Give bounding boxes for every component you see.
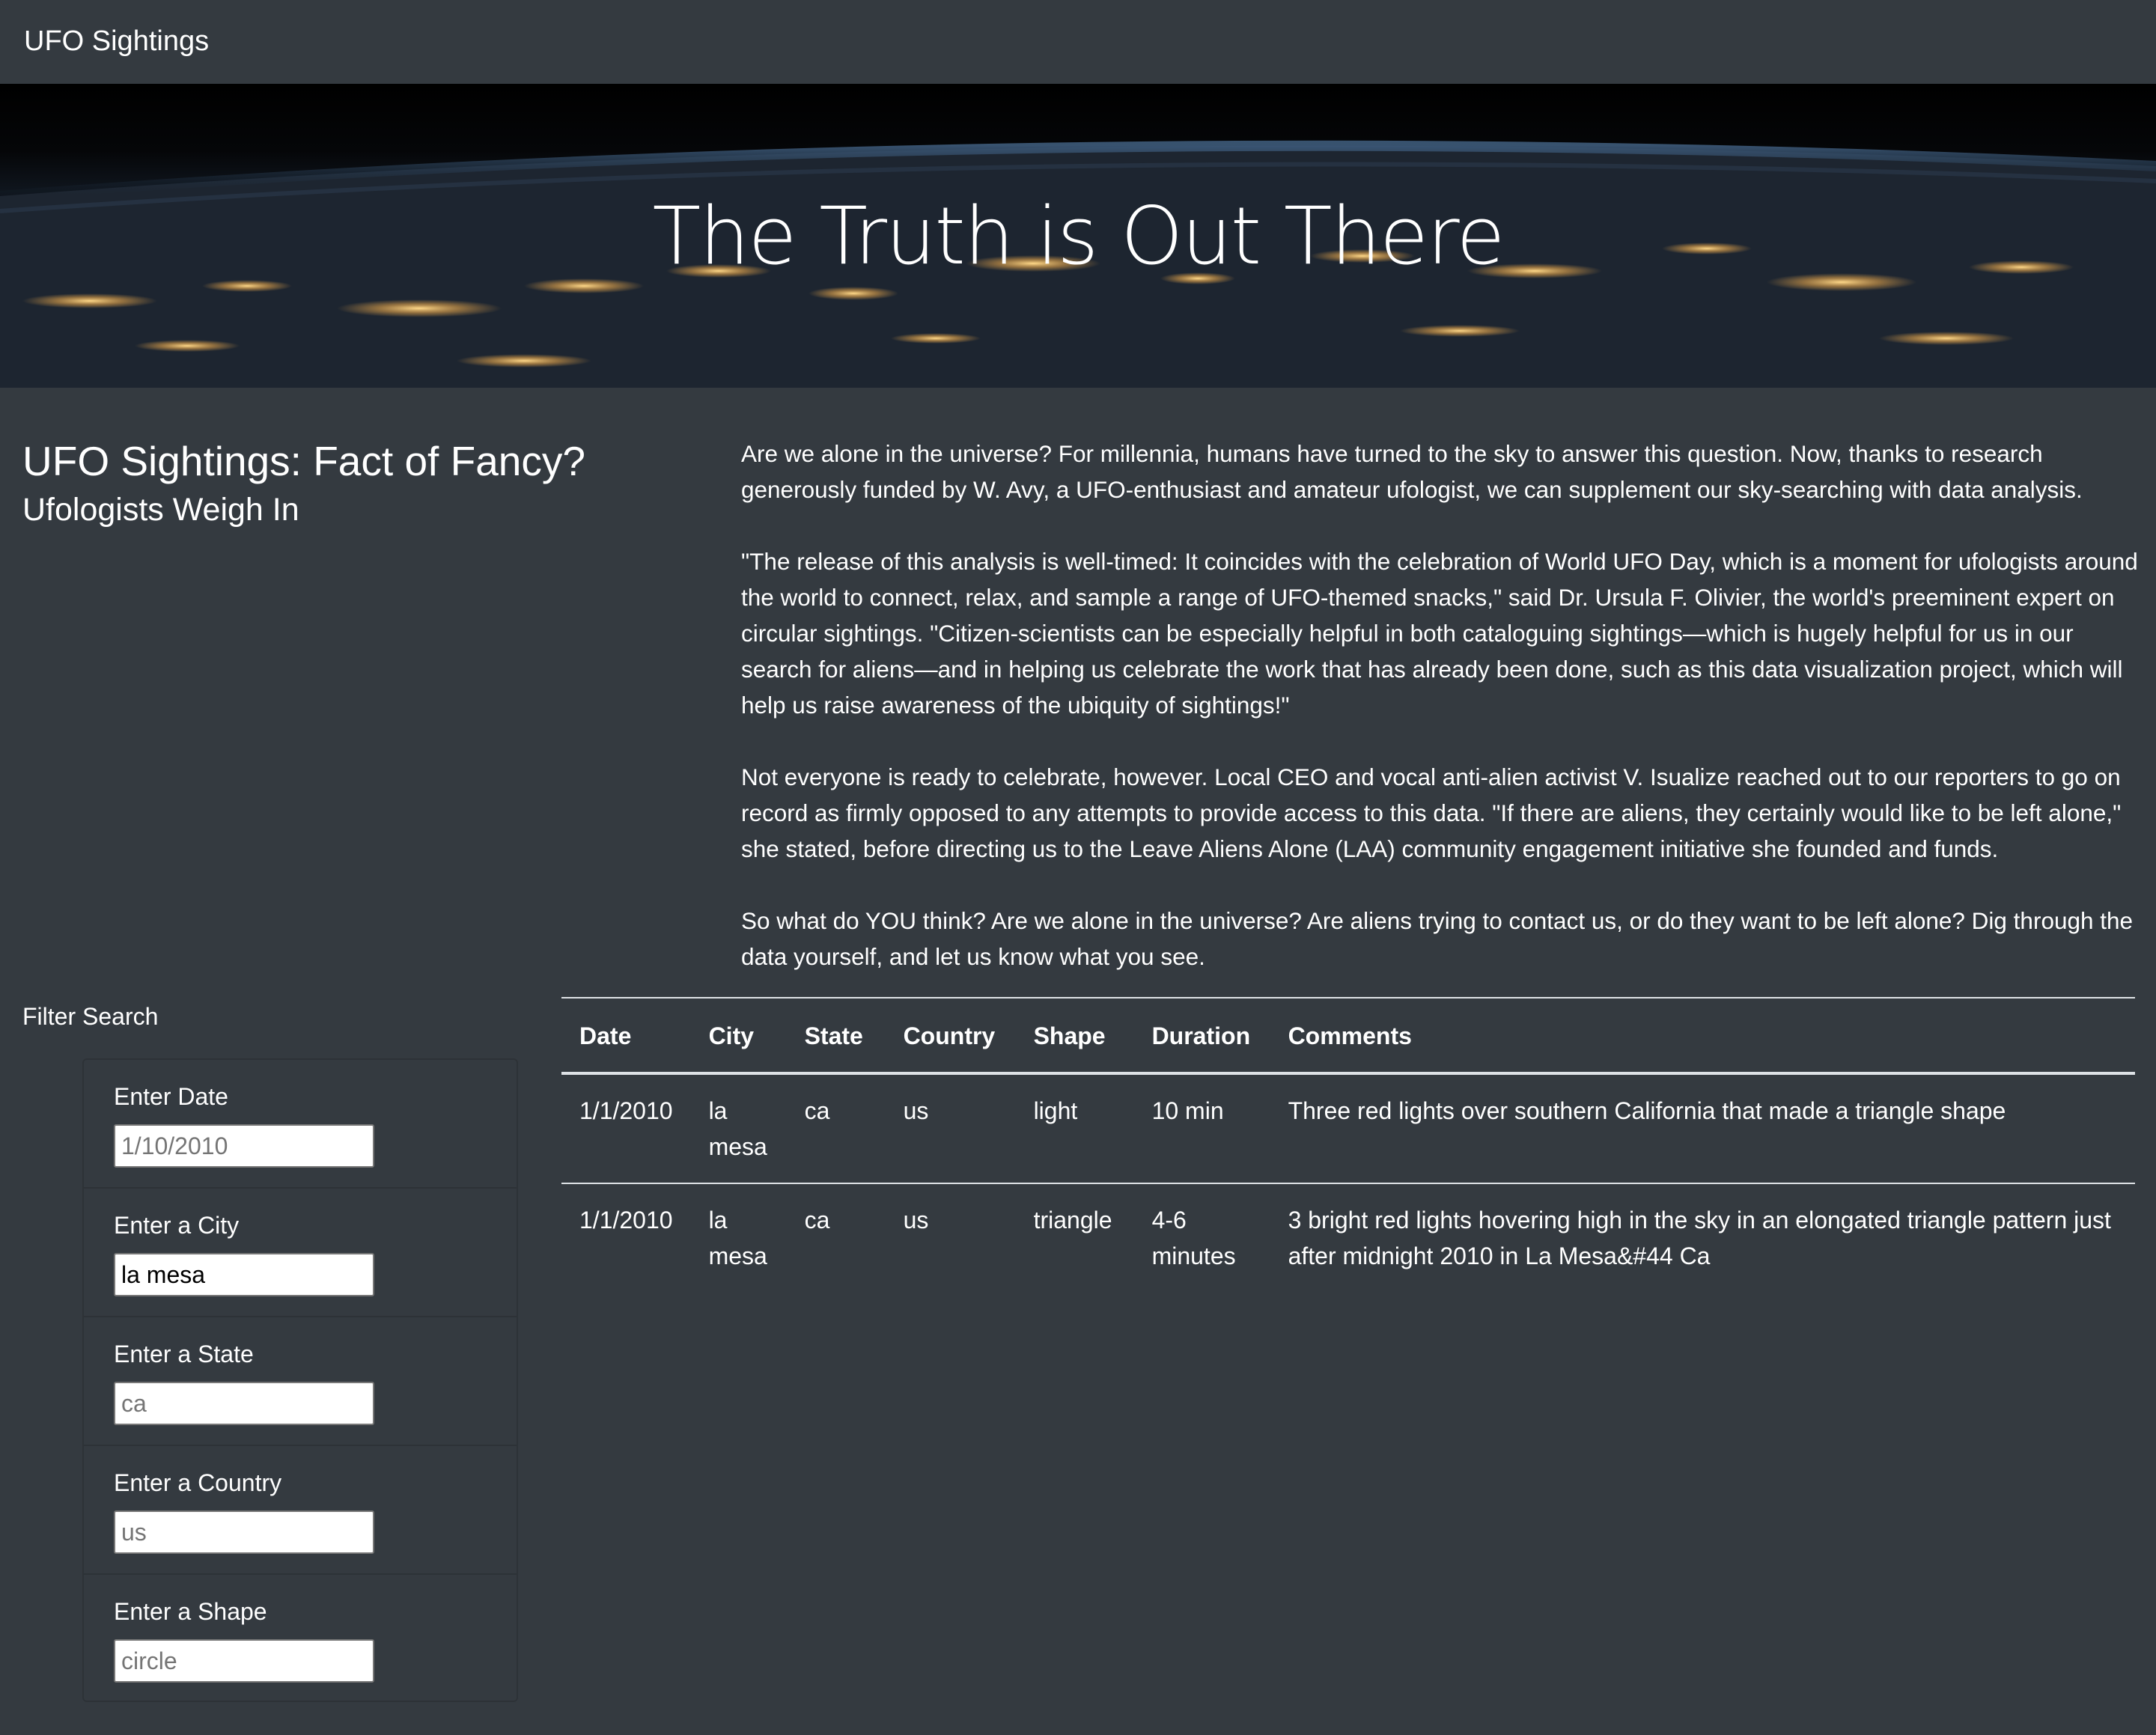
table-row: 1/1/2010 la mesa ca us triangle 4-6 minu… <box>561 1183 2135 1292</box>
country-filter-label: Enter a Country <box>114 1469 282 1496</box>
filter-search-title: Filter Search <box>22 1003 159 1030</box>
table-body: 1/1/2010 la mesa ca us light 10 min Thre… <box>561 1073 2135 1292</box>
page-heading: UFO Sightings: Fact of Fancy? <box>22 438 585 484</box>
column-header-state: State <box>786 997 886 1075</box>
article-paragraph: "The release of this analysis is well-ti… <box>741 548 2138 719</box>
article-body: Are we alone in the universe? For millen… <box>741 436 2140 1010</box>
column-header-country: Country <box>885 997 1016 1075</box>
column-header-comments: Comments <box>1270 997 2135 1075</box>
navbar-brand-link[interactable]: UFO Sightings <box>24 21 209 61</box>
cell-comments: Three red lights over southern Californi… <box>1288 1097 2006 1124</box>
filter-item-city: Enter a City <box>84 1189 517 1317</box>
filter-list: Enter Date Enter a City Enter a State En… <box>82 1058 518 1702</box>
filter-item-date: Enter Date <box>84 1060 517 1189</box>
navbar: UFO Sightings <box>0 0 2156 84</box>
table-header: Date City State Country Shape Duration C… <box>561 997 2135 1075</box>
column-header-shape: Shape <box>1015 997 1134 1075</box>
cell-duration: 10 min <box>1151 1097 1224 1124</box>
city-filter-input[interactable] <box>114 1253 374 1296</box>
cell-comments: 3 bright red lights hovering high in the… <box>1270 1183 2135 1292</box>
filter-item-shape: Enter a Shape <box>84 1575 517 1701</box>
cell-state: ca <box>786 1183 886 1292</box>
shape-filter-input[interactable] <box>114 1639 374 1683</box>
page-subheading: Ufologists Weigh In <box>22 492 299 528</box>
state-filter-label: Enter a State <box>114 1341 254 1367</box>
hero-title: The Truth is Out There <box>652 189 1505 282</box>
intro-heading-block: UFO Sightings: Fact of Fancy? Ufologists… <box>22 434 681 531</box>
cell-city: la mesa <box>708 1097 767 1160</box>
cell-shape: light <box>1033 1097 1078 1124</box>
cell-shape: triangle <box>1015 1183 1134 1292</box>
state-filter-input[interactable] <box>114 1382 374 1425</box>
country-filter-input[interactable] <box>114 1510 374 1554</box>
date-filter-input[interactable] <box>114 1124 374 1168</box>
cell-date: 1/1/2010 <box>579 1097 673 1124</box>
column-header-duration: Duration <box>1133 997 1270 1075</box>
cell-duration: 4-6 minutes <box>1133 1183 1270 1292</box>
article-paragraph: Not everyone is ready to celebrate, howe… <box>741 763 2122 862</box>
table-row: 1/1/2010 la mesa ca us light 10 min Thre… <box>561 1073 2135 1183</box>
date-filter-label: Enter Date <box>114 1083 228 1110</box>
cell-city: la mesa <box>690 1183 787 1292</box>
hero-banner: The Truth is Out There <box>0 84 2156 388</box>
ufo-table: Date City State Country Shape Duration C… <box>561 997 2135 1292</box>
city-filter-label: Enter a City <box>114 1212 240 1239</box>
cell-country: us <box>885 1183 1016 1292</box>
article-paragraph: Are we alone in the universe? For millen… <box>741 440 2083 503</box>
cell-state: ca <box>804 1097 830 1124</box>
cell-date: 1/1/2010 <box>561 1183 691 1292</box>
column-header-city: City <box>690 997 787 1075</box>
column-header-date: Date <box>561 997 691 1075</box>
cell-country: us <box>903 1097 929 1124</box>
shape-filter-label: Enter a Shape <box>114 1598 267 1625</box>
article-paragraph: So what do YOU think? Are we alone in th… <box>741 907 2134 970</box>
filter-item-state: Enter a State <box>84 1317 517 1446</box>
filter-item-country: Enter a Country <box>84 1446 517 1575</box>
